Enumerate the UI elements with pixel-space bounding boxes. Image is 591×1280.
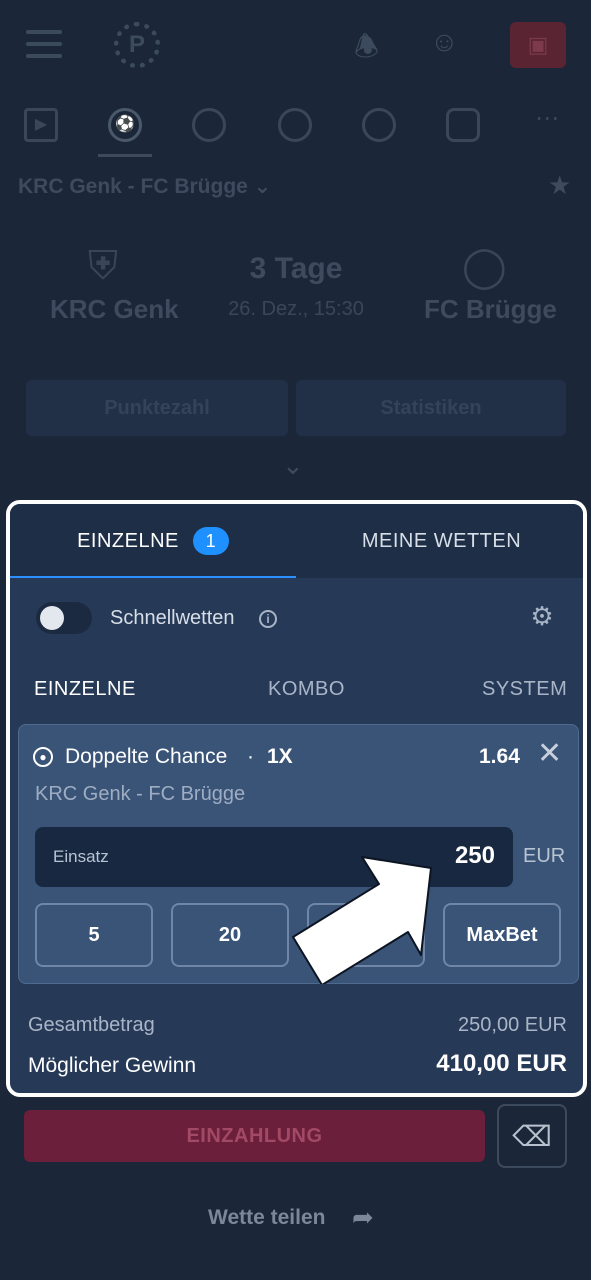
info-icon[interactable]: i [259, 610, 277, 628]
bet-market: Doppelte Chance [65, 745, 228, 768]
deposit-button[interactable]: EINZAHLUNG [24, 1110, 485, 1162]
total-label: Gesamtbetrag [28, 1014, 155, 1036]
statistics-button[interactable]: Statistiken [296, 380, 566, 436]
countdown: 3 Tage [249, 252, 343, 285]
bet-selection: 1X [267, 745, 293, 768]
match-title[interactable]: KRC Genk - FC Brügge ⌄ [18, 174, 271, 199]
clear-betslip-button[interactable]: ⌫ [497, 1104, 567, 1168]
sports-nav: ▶ ⚽ ⋯ [0, 100, 591, 160]
pointer-arrow-icon [292, 856, 432, 984]
separator-dot: · [247, 745, 254, 768]
favorite-star-icon[interactable]: ★ [548, 170, 571, 201]
menu-icon[interactable] [26, 30, 62, 60]
tv-icon[interactable]: ▶ [24, 108, 58, 142]
more-icon[interactable]: ⋯ [530, 107, 564, 142]
sport-selected-indicator [98, 154, 152, 157]
stake-value: 250 [454, 842, 495, 869]
broom-icon: ⌫ [512, 1120, 552, 1152]
user-icon[interactable]: ☺ [430, 26, 459, 58]
hockey-icon[interactable] [446, 108, 480, 142]
volleyball-icon[interactable] [362, 108, 396, 142]
potential-win-label: Möglicher Gewinn [28, 1054, 197, 1077]
wallet-icon[interactable]: ▣ [510, 22, 566, 68]
quick-bets-toggle[interactable] [36, 602, 92, 634]
gear-icon[interactable]: ⚙ [528, 602, 556, 630]
total-value: 250,00 EUR [458, 1014, 567, 1036]
tab-active-indicator [10, 576, 296, 578]
subtab-combo[interactable]: KOMBO [268, 678, 345, 701]
tab-single-label: EINZELNE [77, 529, 179, 552]
share-bet-link[interactable]: Wette teilen [208, 1206, 325, 1230]
home-crest-icon: ⛨ [88, 244, 118, 288]
toggle-knob [40, 606, 64, 630]
bet-count-badge: 1 [192, 527, 229, 555]
bet-odds: 1.64 [479, 745, 520, 768]
quick-amount-20-button[interactable]: 20 [171, 903, 289, 967]
home-team: KRC Genk [50, 294, 179, 324]
brand-logo[interactable]: P [114, 22, 160, 68]
potential-win-value: 410,00 EUR [436, 1050, 567, 1077]
stake-currency: EUR [523, 845, 566, 867]
share-arrow-icon[interactable]: ➦ [352, 1202, 374, 1233]
bell-icon[interactable]: 🕭 [354, 26, 379, 74]
close-icon[interactable]: ✕ [537, 739, 562, 769]
away-crest-icon: ◯ [462, 245, 507, 289]
chevron-down-icon[interactable]: ⌄ [282, 450, 304, 481]
stake-label: Einsatz [53, 847, 109, 866]
soccer-icon[interactable]: ⚽ [108, 108, 142, 142]
tennis-icon[interactable] [278, 108, 312, 142]
away-team: FC Brügge [424, 294, 557, 324]
betslip-tabbar: EINZELNE 1 MEINE WETTEN [10, 504, 583, 578]
tab-my-bets[interactable]: MEINE WETTEN [300, 504, 583, 578]
kickoff-date: 26. Dez., 15:30 [228, 298, 364, 320]
bet-match: KRC Genk - FC Brügge [35, 783, 246, 805]
top-bar: P 🕭 ☺ ▣ [0, 0, 591, 92]
betslip-panel: EINZELNE 1 MEINE WETTEN Schnellwetten i … [6, 500, 587, 1097]
subtab-system[interactable]: SYSTEM [482, 678, 567, 701]
maxbet-button[interactable]: MaxBet [443, 903, 561, 967]
subtab-single[interactable]: EINZELNE [34, 678, 136, 701]
score-button[interactable]: Punktezahl [26, 380, 288, 436]
soccer-ball-icon: ● [33, 747, 53, 767]
tab-single-bets[interactable]: EINZELNE 1 [10, 504, 296, 578]
quick-amount-5-button[interactable]: 5 [35, 903, 153, 967]
quick-bets-label: Schnellwetten [110, 607, 235, 629]
basketball-icon[interactable] [192, 108, 226, 142]
